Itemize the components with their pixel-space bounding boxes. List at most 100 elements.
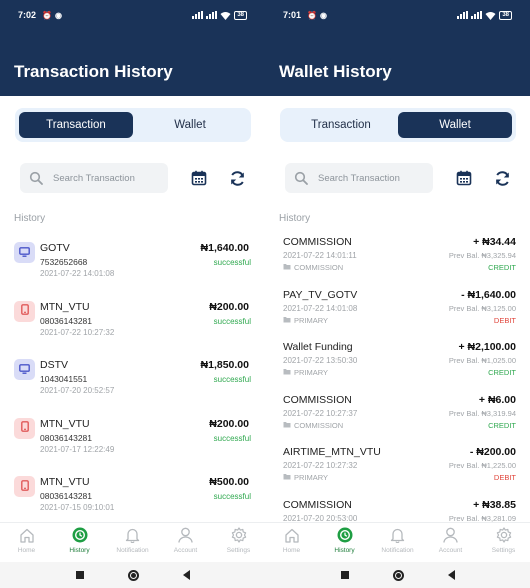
search-input[interactable] xyxy=(53,172,153,184)
calendar-icon[interactable] xyxy=(453,167,475,189)
signal-icon xyxy=(206,11,218,19)
wallet-entry-name: COMMISSION xyxy=(283,499,352,511)
nav-item-account[interactable]: Account xyxy=(424,523,477,562)
account-icon xyxy=(178,527,194,543)
phone-icon xyxy=(20,302,29,320)
home-button[interactable] xyxy=(127,569,139,581)
transaction-avatar xyxy=(14,300,35,322)
wallet-row[interactable]: AIRTIME_MTN_VTU 2021-07-22 10:27:32 PRIMAR… xyxy=(265,446,530,498)
wallet-entry-date: 2021-07-22 14:01:08 xyxy=(283,303,358,313)
transaction-avatar xyxy=(14,242,35,263)
wallet-entry-type: CREDIT xyxy=(488,263,516,272)
nav-label: Account xyxy=(173,547,198,554)
nav-label: Notification xyxy=(381,547,414,554)
header: 7:01 ⏰ ◉ 38 Wallet History xyxy=(265,0,530,96)
back-button[interactable] xyxy=(447,570,455,580)
transaction-amount: ₦200.00 xyxy=(209,300,249,313)
home-icon xyxy=(284,527,300,543)
search-box xyxy=(20,163,168,193)
home-button[interactable] xyxy=(392,569,404,581)
wallet-entry-amount: - ₦200.00 xyxy=(469,446,516,459)
tab-transaction[interactable]: Transaction xyxy=(284,112,398,138)
transaction-avatar xyxy=(14,417,35,439)
status-time: 7:02 xyxy=(18,10,37,20)
nav-item-notification[interactable]: Notification xyxy=(371,523,424,562)
wallet-row[interactable]: PAY_TV_GOTV 2021-07-22 14:01:08 PRIMARY - ₦… xyxy=(265,289,530,341)
bell-icon xyxy=(390,527,406,543)
bottom-nav: Home History Notification Account Settings xyxy=(0,522,265,562)
section-label: History xyxy=(14,213,46,224)
tab-wallet[interactable]: Wallet xyxy=(398,112,512,138)
status-bar: 7:01 ⏰ ◉ 38 xyxy=(283,9,512,21)
transaction-date: 2021-07-20 20:52:57 xyxy=(40,386,115,395)
signal-icon xyxy=(192,11,204,19)
recents-button[interactable] xyxy=(340,571,349,579)
transaction-avatar xyxy=(14,359,35,380)
search-box xyxy=(285,163,433,193)
nav-label: Settings xyxy=(226,547,251,554)
tab-wallet[interactable]: Wallet xyxy=(133,112,247,138)
header: 7:02 ⏰ ◉ 38 Transaction History xyxy=(0,0,265,96)
transaction-history-screen: 7:02 ⏰ ◉ 38 Transaction History Transact… xyxy=(0,0,265,562)
transaction-amount: ₦1,640.00 xyxy=(200,242,249,254)
nav-label: Settings xyxy=(491,547,516,554)
tv-icon xyxy=(19,244,30,262)
transaction-status: successful xyxy=(213,258,251,267)
transaction-name: MTN_VTU xyxy=(40,476,90,488)
transaction-amount: ₦1,850.00 xyxy=(200,359,249,371)
search-input[interactable] xyxy=(318,172,418,184)
transaction-date: 2021-07-17 12:22:49 xyxy=(40,444,115,454)
status-time: 7:01 xyxy=(283,10,302,20)
wallet-entry-name: COMMISSION xyxy=(283,236,352,248)
transaction-date: 2021-07-22 14:01:08 xyxy=(40,269,115,278)
wallet-entry-type: CREDIT xyxy=(488,420,516,430)
transaction-amount: ₦200.00 xyxy=(209,417,249,430)
wallet-entry-date: 2021-07-22 14:01:11 xyxy=(283,251,357,260)
settings-icon xyxy=(496,527,512,543)
nav-item-home[interactable]: Home xyxy=(265,523,318,562)
refresh-icon[interactable] xyxy=(226,167,248,189)
nav-item-settings[interactable]: Settings xyxy=(212,523,265,562)
nav-item-notification[interactable]: Notification xyxy=(106,523,159,562)
transaction-phone: 08036143281 xyxy=(40,491,93,501)
history-icon xyxy=(337,527,353,543)
recents-button[interactable] xyxy=(75,571,84,579)
transaction-phone: 08036143281 xyxy=(40,315,93,326)
wallet-entry-tag: COMMISSION xyxy=(283,263,343,272)
transaction-date: 2021-07-22 10:27:32 xyxy=(40,327,115,337)
transaction-row[interactable]: GOTV 7532652668 2021-07-22 14:01:08 ₦1,640.… xyxy=(0,242,265,300)
tab-transaction[interactable]: Transaction xyxy=(19,112,133,138)
nav-item-history[interactable]: History xyxy=(53,523,106,562)
calendar-icon[interactable] xyxy=(188,167,210,189)
transaction-avatar xyxy=(14,476,35,497)
battery-icon: 38 xyxy=(499,10,512,20)
signal-icon xyxy=(457,11,469,19)
refresh-icon[interactable] xyxy=(491,167,513,189)
wallet-entry-amount: + ₦2,100.00 xyxy=(458,341,516,354)
wallet-entry-name: PAY_TV_GOTV xyxy=(283,288,358,301)
search-icon xyxy=(27,171,45,185)
notification-dot-icon: ◉ xyxy=(319,10,327,20)
wallet-row[interactable]: COMMISSION 2021-07-22 14:01:11 COMMISSION +… xyxy=(265,236,530,288)
wallet-row[interactable]: COMMISSION 2021-07-22 10:27:37 COMMISSION +… xyxy=(265,394,530,446)
transaction-date: 2021-07-15 09:10:01 xyxy=(40,503,115,512)
wallet-entry-prev-balance: Prev Bal. ₦3,325.94 xyxy=(448,251,516,260)
transaction-name: MTN_VTU xyxy=(40,300,90,313)
section-label: History xyxy=(279,213,311,224)
transaction-row[interactable]: MTN_VTU 08036143281 2021-07-17 12:22:49 ₦20… xyxy=(0,417,265,476)
transaction-name: DSTV xyxy=(40,359,69,371)
nav-item-home[interactable]: Home xyxy=(0,523,53,562)
transaction-name: GOTV xyxy=(40,242,70,254)
nav-item-history[interactable]: History xyxy=(318,523,371,562)
nav-item-account[interactable]: Account xyxy=(159,523,212,562)
wallet-row[interactable]: Wallet Funding 2021-07-22 13:50:30 PRIMARY… xyxy=(265,341,530,393)
account-icon xyxy=(443,527,459,543)
back-button[interactable] xyxy=(182,570,190,580)
wallet-entry-tag: COMMISSION xyxy=(283,421,343,430)
nav-item-settings[interactable]: Settings xyxy=(477,523,530,562)
page-title: Wallet History xyxy=(279,62,392,81)
wallet-entry-tag-label: PRIMARY xyxy=(294,473,329,483)
transaction-row[interactable]: MTN_VTU 08036143281 2021-07-22 10:27:32 ₦20… xyxy=(0,300,265,359)
transaction-row[interactable]: DSTV 1043041551 2021-07-20 20:52:57 ₦1,850.… xyxy=(0,359,265,417)
battery-icon: 38 xyxy=(234,10,247,20)
